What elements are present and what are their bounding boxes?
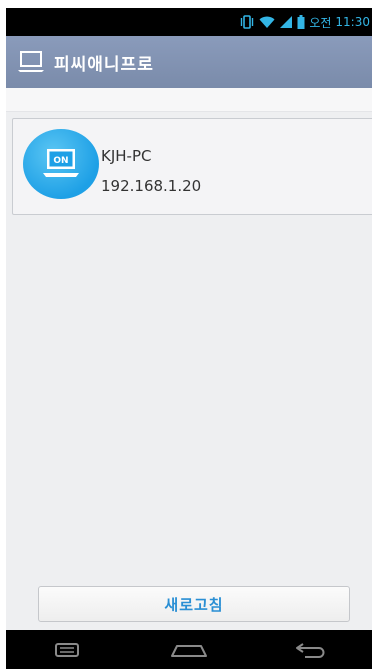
toolbar-strip [6, 88, 372, 112]
vibrate-icon [239, 15, 255, 29]
home-icon[interactable] [159, 630, 219, 669]
recent-apps-icon[interactable] [37, 630, 97, 669]
status-icons: 오전 11:30 [239, 8, 372, 36]
back-icon[interactable] [281, 630, 341, 669]
pc-status-label: ON [53, 156, 68, 166]
status-time: 11:30 [335, 15, 370, 29]
status-bar: 오전 11:30 [6, 8, 372, 36]
device-item[interactable]: ON KJH-PC 192.168.1.20 [12, 118, 372, 215]
device-name: KJH-PC [101, 147, 152, 165]
pc-on-icon: ON [23, 129, 99, 199]
wifi-icon [259, 15, 275, 29]
refresh-button[interactable]: 새로고침 [38, 586, 350, 622]
status-time-ampm: 오전 [309, 15, 332, 30]
navigation-bar [6, 630, 372, 669]
app-title: 피씨애니프로 [54, 54, 154, 75]
signal-icon [279, 15, 293, 29]
device-ip: 192.168.1.20 [101, 177, 202, 195]
laptop-icon[interactable] [16, 47, 46, 77]
battery-icon [297, 15, 305, 29]
screen: 오전 11:30 피씨애니프로 ON KJH-PC 192.168.1.20 새… [6, 8, 372, 669]
action-bar: 피씨애니프로 [6, 36, 372, 88]
